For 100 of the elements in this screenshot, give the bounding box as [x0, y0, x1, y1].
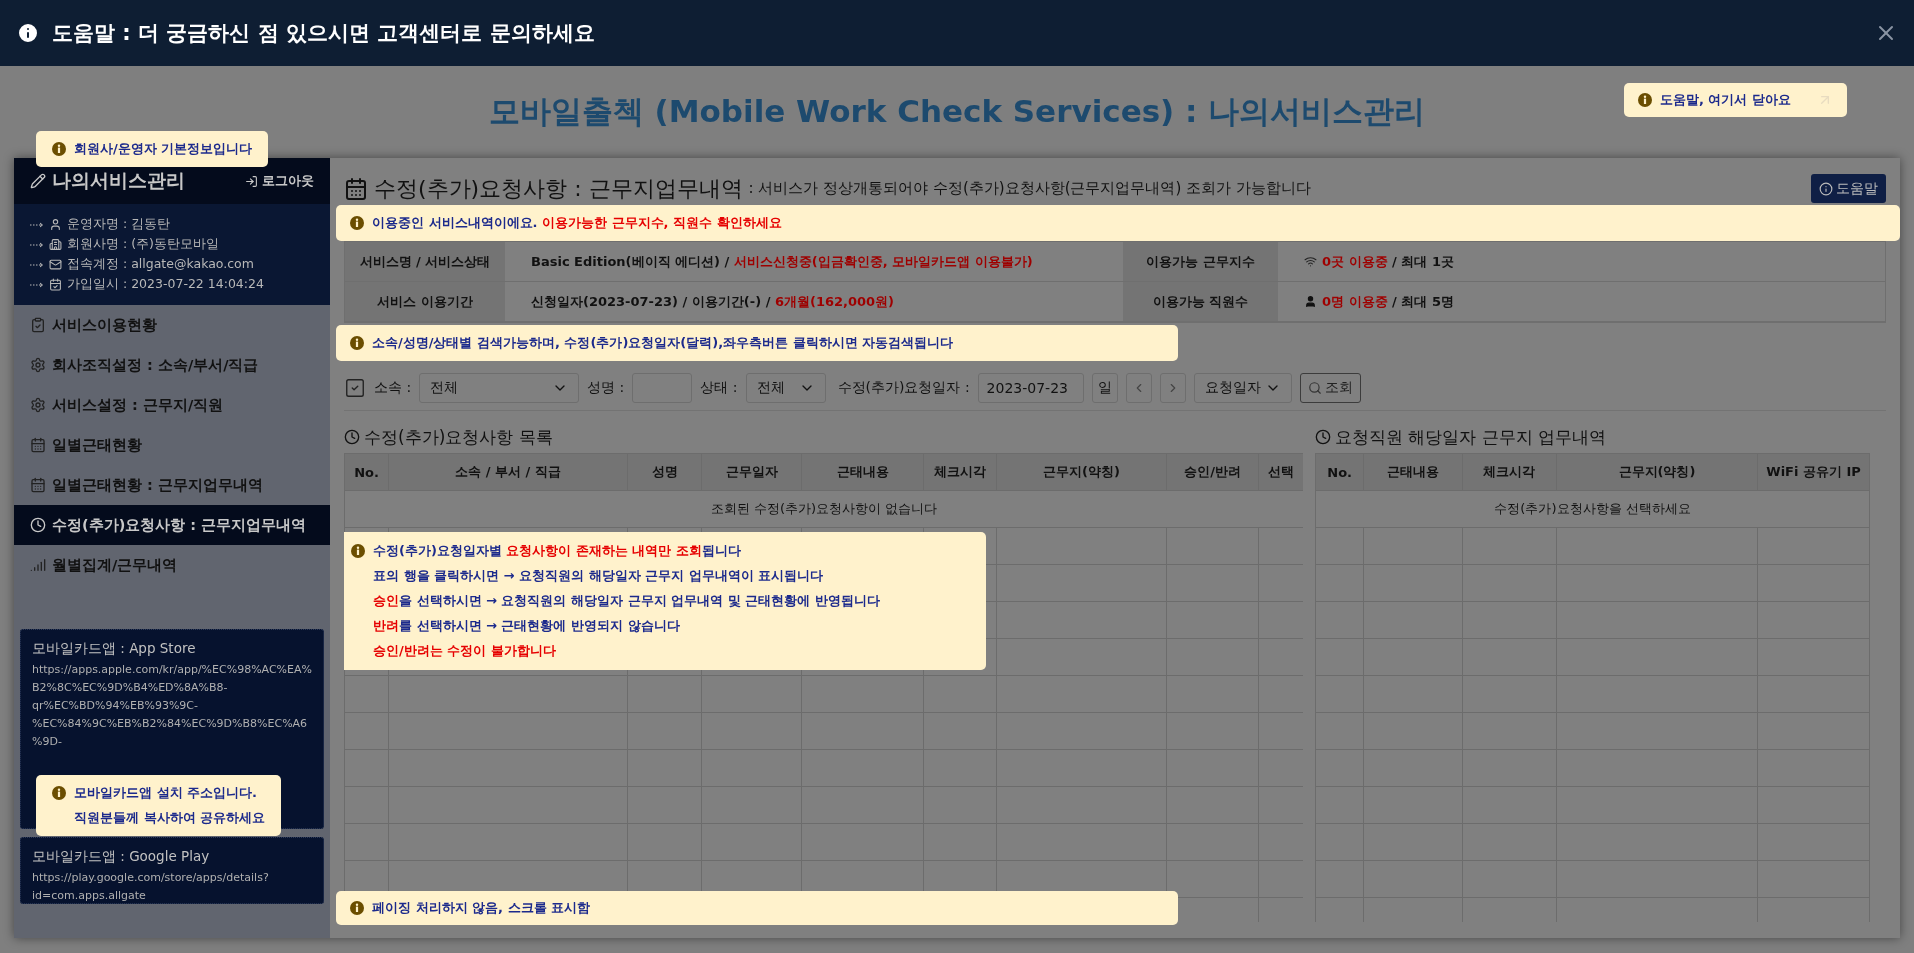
column-header: 체크시각 [1462, 453, 1557, 491]
bar-chart-icon [30, 557, 46, 573]
clock-icon [344, 429, 360, 445]
help-button[interactable]: 도움말 [1811, 174, 1886, 203]
filter-label: 상태 : [700, 378, 738, 397]
info-label: 서비스명 / 서비스상태 [345, 242, 505, 282]
callout-text: 표의 행을 클릭하시면 → 요청직원의 해당일자 근무지 업무내역이 표시됩니다 [373, 567, 824, 585]
app-link-title: 모바일카드앱 : App Store [32, 640, 197, 658]
info-value: Basic Edition(베이직 에디션) / 서비스신청중(입금확인중, 모바일카드앱 이용불가) [531, 252, 1033, 271]
sidebar-title: 나의서비스관리 [52, 168, 186, 193]
column-header: No. [1315, 453, 1364, 491]
clipboard-icon [30, 317, 46, 333]
info-icon [350, 216, 364, 230]
info-icon [350, 336, 364, 350]
account-info-text: 회원사명 : (주)동탄모바일 [67, 236, 219, 253]
sidebar-item[interactable]: 회사조직설정 : 소속/부서/직급 [14, 345, 330, 385]
gear-icon [30, 357, 46, 373]
callout-text: 회원사/운영자 기본정보입니다 [74, 140, 253, 158]
info-label: 이용가능 근무지수 [1123, 242, 1278, 282]
app-link-url[interactable]: https://apps.apple.com/kr/app/%EC%98%AC%EA%B2%8C%EC%9D%B4%ED%8A%B8-qr%EC%BD%94%EB%93%9C-%EC%84%9C%EB%B2%84%EC%9D%B8%EC%A6%9D- [32, 661, 312, 751]
column-header: 체크시각 [923, 453, 997, 491]
info-icon [1638, 93, 1652, 107]
column-header: WiFi 공유기 IP [1757, 453, 1870, 491]
column-header: 근태내용 [801, 453, 924, 491]
mail-icon [49, 258, 62, 271]
clock-icon [1315, 429, 1331, 445]
filter-label: 성명 : [587, 378, 625, 397]
callout-text: 반려를 선택하시면 → 근태현황에 반영되지 않습니다 [373, 617, 680, 635]
building-icon [49, 238, 62, 251]
column-header: 근태내용 [1363, 453, 1463, 491]
previous-button[interactable] [1125, 372, 1152, 403]
search-icon [1307, 380, 1322, 395]
person-icon [1304, 295, 1317, 308]
info-icon [52, 786, 66, 800]
callout-text: 수정(추가)요청일자별 요청사항이 존재하는 내역만 조회됩니다 [373, 542, 741, 560]
column-header: 근무지(약칭) [1556, 453, 1758, 491]
dotted-arrow-icon [30, 241, 44, 248]
column-header: 성명 [627, 453, 702, 491]
sidebar-item[interactable]: 수정(추가)요청사항 : 근무지업무내역 [14, 505, 330, 545]
column-header: 근무일자 [701, 453, 802, 491]
info-icon [1819, 181, 1833, 196]
callout-text: 페이징 처리하지 않음, 스크롤 표시함 [372, 899, 591, 917]
wifi-icon [1304, 255, 1317, 268]
dotted-arrow-icon [30, 281, 44, 288]
sidebar-item[interactable]: 월별집계/근무내역 [14, 545, 330, 585]
calendar-icon [30, 477, 46, 493]
info-icon [351, 544, 365, 558]
sidebar-item[interactable]: 서비스설정 : 근무지/직원 [14, 385, 330, 425]
search-button[interactable]: 조회 [1299, 372, 1361, 403]
sort-select[interactable]: 요청일자 [1193, 372, 1292, 403]
column-header: No. [344, 453, 389, 491]
main-subtitle: : 서비스가 정상개통되어야 수정(추가)요청사항(근무지업무내역) 조회가 가능합니다 [748, 179, 1312, 198]
pencil-icon [30, 173, 46, 189]
help-title: 도움말 : 더 궁금하신 점 있으시면 고객센터로 문의하세요 [52, 20, 596, 47]
dotted-arrow-icon [30, 221, 44, 228]
sidebar-item[interactable]: 일별근태현황 [14, 425, 330, 465]
info-icon [16, 21, 40, 45]
column-header: 승인/반려 [1166, 453, 1259, 491]
status-select[interactable]: 전체 [745, 372, 826, 403]
section-title: 수정(추가)요청사항 목록 [364, 425, 553, 449]
sidebar-item[interactable]: 서비스이용현황 [14, 305, 330, 345]
info-label: 서비스 이용기간 [345, 282, 505, 322]
section-title: 요청직원 해당일자 근무지 업무내역 [1335, 425, 1607, 449]
day-button[interactable]: 일 [1091, 372, 1118, 403]
empty-message: 조회된 수정(추가)요청사항이 없습니다 [344, 490, 1303, 528]
clock-icon [30, 517, 46, 533]
sidebar-item[interactable]: 일별근태현황 : 근무지업무내역 [14, 465, 330, 505]
affiliation-select[interactable]: 전체 [419, 372, 580, 403]
account-info-text: 가입일시 : 2023-07-22 14:04:24 [67, 276, 264, 293]
column-header: 근무지(약칭) [996, 453, 1167, 491]
callout-text: 도움말, 여기서 닫아요 [1660, 91, 1791, 109]
logout-link[interactable]: 로그아웃 [245, 172, 314, 190]
calendar-icon [30, 437, 46, 453]
account-info-text: 운영자명 : 김동탄 [67, 216, 171, 233]
empty-message: 수정(추가)요청사항을 선택하세요 [1315, 490, 1870, 528]
column-header: 선택 [1258, 453, 1303, 491]
info-value: 0명 이용중 / 최대 5명 [1322, 292, 1454, 311]
info-value: 신청일자(2023-07-23) / 이용기간(-) / 6개월(162,000원) [531, 292, 895, 311]
app-link-title: 모바일카드앱 : Google Play [32, 848, 211, 866]
callout-text: 승인을 선택하시면 → 요청직원의 해당일자 근무지 업무내역 및 근태현황에 반영됩니다 [373, 592, 880, 610]
next-button[interactable] [1159, 372, 1186, 403]
calendar-icon [49, 278, 62, 291]
callout-text: 이용중인 서비스내역이에요. 이용가능한 근무지수, 직원수 확인하세요 [372, 214, 782, 232]
callout-text: 승인/반려는 수정이 불가합니다 [373, 642, 556, 660]
app-link-url[interactable]: https://play.google.com/store/apps/details?id=com.apps.allgate [32, 869, 312, 905]
checkbox-icon [344, 376, 366, 399]
info-label: 이용가능 직원수 [1123, 282, 1278, 322]
main-title: 수정(추가)요청사항 : 근무지업무내역 [374, 174, 743, 203]
filter-label: 수정(추가)요청일자 : [837, 378, 970, 397]
calendar-icon [344, 176, 368, 201]
logout-icon [245, 174, 258, 188]
info-icon [52, 142, 66, 156]
callout-text: 소속/성명/상태별 검색가능하며, 수정(추가)요청일자(달력),좌우측버튼 클릭하시면 자동검색됩니다 [372, 334, 954, 352]
callout-text: 직원분들께 복사하여 공유하세요 [74, 809, 266, 827]
info-icon [350, 901, 364, 915]
filter-label: 소속 : [374, 378, 412, 397]
account-info-text: 접속계정 : allgate@kakao.com [67, 256, 254, 273]
date-field[interactable]: 2023-07-23 [977, 372, 1084, 403]
column-header: 소속 / 부서 / 직급 [388, 453, 628, 491]
gear-icon [30, 397, 46, 413]
